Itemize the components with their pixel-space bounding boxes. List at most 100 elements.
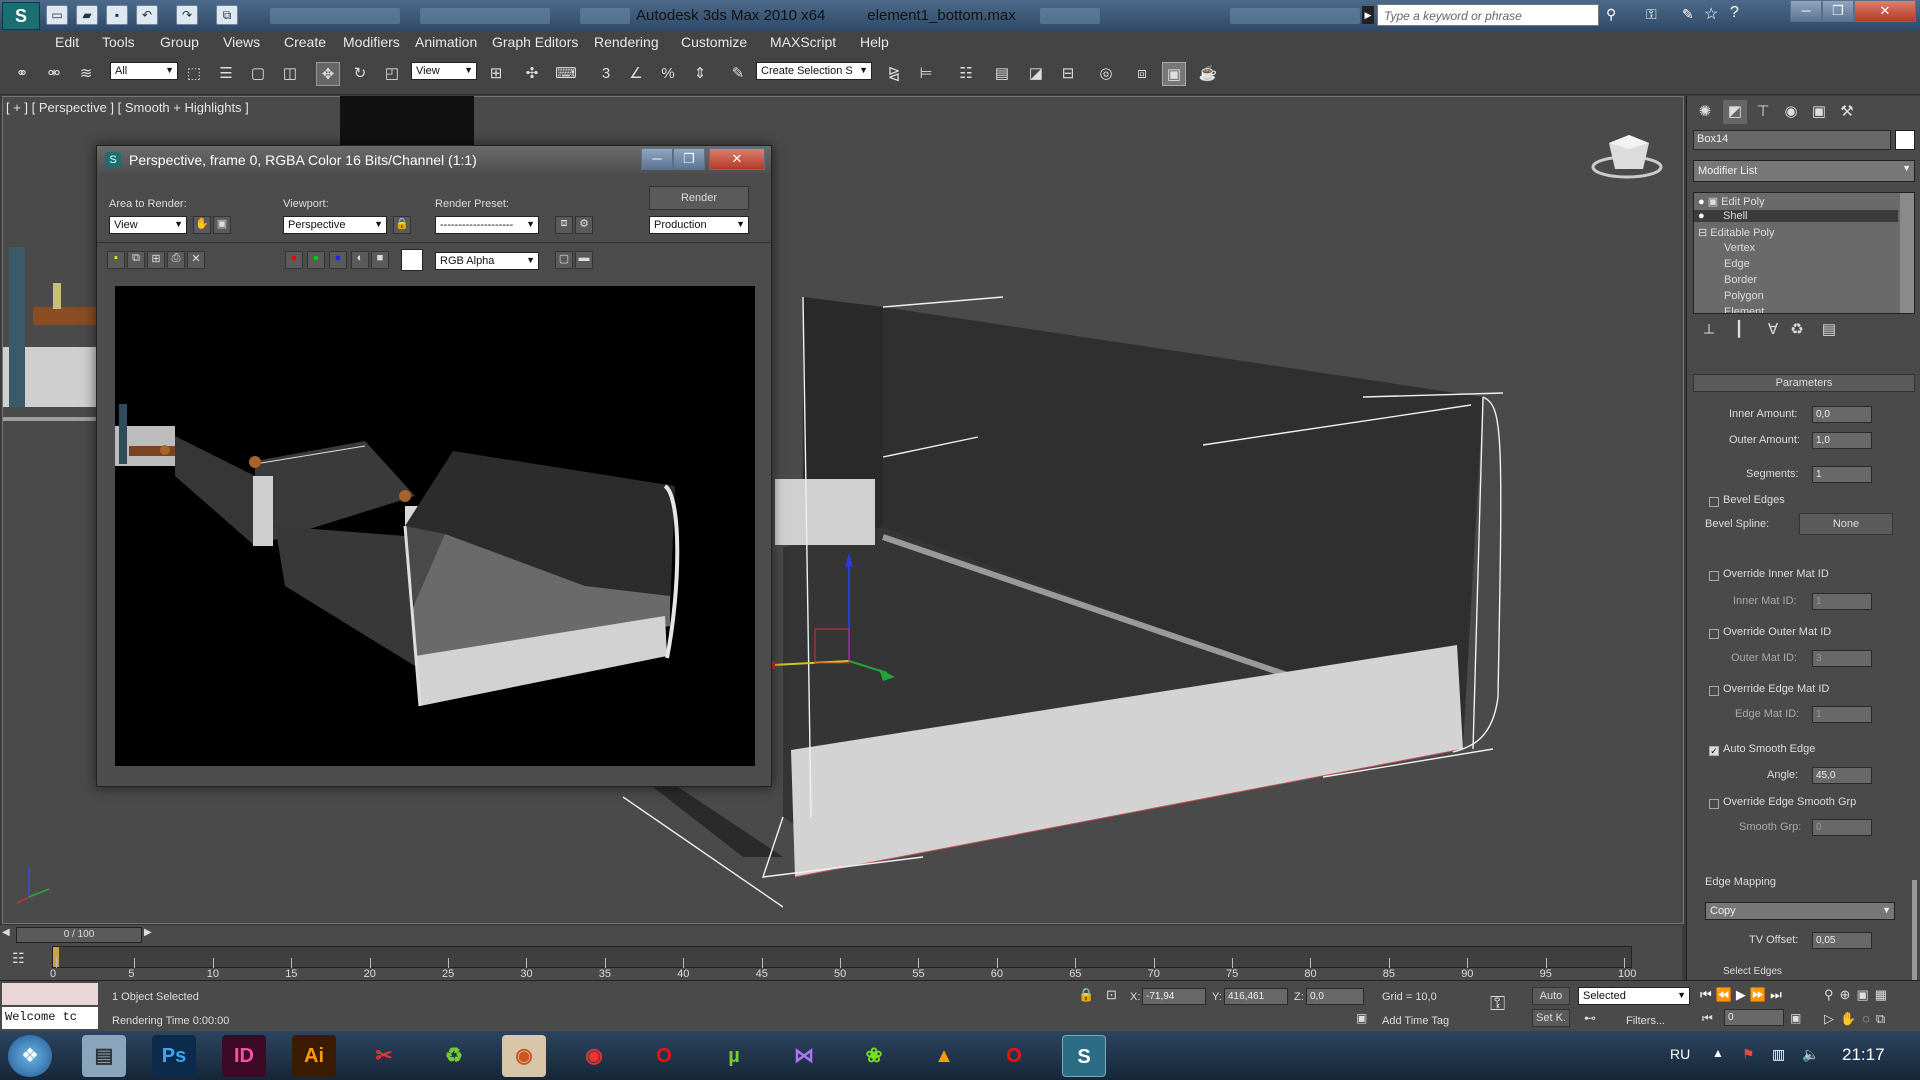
new-file-icon[interactable]: ▭ (46, 5, 68, 25)
edge-mapping-dropdown[interactable]: Copy (1705, 902, 1895, 920)
search-arrow-icon[interactable]: ▶ (1362, 6, 1374, 24)
taskbar-utorrent-icon[interactable]: µ (712, 1035, 756, 1077)
align-icon[interactable]: ⊨ (914, 62, 938, 86)
motion-tab-icon[interactable]: ◉ (1779, 100, 1803, 124)
project-folder-icon[interactable]: ⧉ (216, 5, 238, 25)
segments-input[interactable]: 1 (1812, 466, 1872, 483)
language-indicator[interactable]: RU (1670, 1046, 1690, 1062)
render-window-titlebar[interactable]: S Perspective, frame 0, RGBA Color 16 Bi… (97, 146, 771, 174)
bind-space-warp-icon[interactable]: ≋ (74, 62, 98, 86)
tray-arrow-icon[interactable]: ▲ (1712, 1046, 1724, 1060)
y-coord-input[interactable]: 416,461 (1224, 988, 1288, 1005)
set-key-button[interactable]: Set K. (1532, 1009, 1570, 1027)
object-color-swatch[interactable] (1895, 130, 1915, 150)
select-manipulate-icon[interactable]: ✣ (520, 62, 544, 86)
menu-maxscript[interactable]: MAXScript (770, 34, 836, 50)
render-close-button[interactable]: ✕ (709, 148, 765, 170)
stack-scrollbar[interactable] (1900, 193, 1914, 313)
edge-mat-id-input[interactable]: 1 (1812, 706, 1872, 723)
favorites-star-icon[interactable]: ☆ (1704, 4, 1718, 24)
percent-snap-icon[interactable]: % (656, 62, 680, 86)
toggle-ui-icon[interactable]: ▬ (575, 251, 593, 269)
move-icon[interactable]: ✥ (316, 62, 340, 86)
go-to-start-icon[interactable]: ⏮ (1700, 987, 1716, 1002)
snaps-toggle-icon[interactable]: 3 (594, 62, 618, 86)
taskbar-aimp-icon[interactable]: ▲ (922, 1035, 966, 1077)
redo-icon[interactable]: ↷ (176, 5, 198, 25)
override-outer-mat-checkbox[interactable] (1709, 629, 1719, 639)
zoom-all-icon[interactable]: ⊕ (1840, 987, 1857, 1002)
stack-item-edge[interactable]: Edge (1724, 258, 1750, 270)
stack-item-editable-poly[interactable]: ⊟ Editable Poly (1698, 226, 1775, 239)
menu-customize[interactable]: Customize (681, 34, 747, 50)
time-config-icon[interactable]: ▣ (1790, 1011, 1801, 1025)
command-panel-scrollbar[interactable] (1912, 880, 1917, 980)
override-smooth-grp-checkbox[interactable] (1709, 799, 1719, 809)
show-end-result-icon[interactable]: ┃ (1727, 318, 1751, 342)
angle-input[interactable]: 45,0 (1812, 767, 1872, 784)
set-key-icon[interactable]: ⚿ (1490, 993, 1505, 1016)
start-button[interactable]: ❖ (8, 1035, 52, 1077)
stack-item-polygon[interactable]: Polygon (1724, 290, 1764, 302)
clone-window-icon[interactable]: ⊞ (147, 251, 165, 269)
maximize-viewport-icon[interactable]: ⧉ (1876, 1011, 1891, 1026)
render-preset-dropdown[interactable]: -------------------- (435, 216, 539, 234)
menu-modifiers[interactable]: Modifiers (343, 34, 400, 50)
parameters-rollout-header[interactable]: Parameters (1693, 374, 1915, 392)
curve-editor-icon[interactable]: ◪ (1024, 62, 1048, 86)
help-icon[interactable]: ? (1730, 4, 1739, 22)
selection-lock-icon[interactable]: 🔒 (1078, 987, 1094, 1003)
taskbar-qip-icon[interactable]: ❀ (852, 1035, 896, 1077)
taskbar-recycle-icon[interactable]: ♻ (432, 1035, 476, 1077)
current-frame-input[interactable]: 0 (1724, 1009, 1784, 1026)
track-bar[interactable]: ☷ 0 5 10 15 20 25 30 35 40 45 50 55 60 65 70 75 80 85 90 95… (0, 944, 1682, 980)
z-coord-input[interactable]: 0,0 (1306, 988, 1364, 1005)
tray-flag-icon[interactable]: ⚑ (1742, 1046, 1755, 1063)
taskbar-3dsmax-icon[interactable]: S (1062, 1035, 1106, 1077)
create-tab-icon[interactable]: ✺ (1693, 100, 1717, 124)
taskbar-opera-2-icon[interactable]: O (992, 1035, 1036, 1077)
time-tag-icon[interactable]: ▣ (1356, 1011, 1367, 1025)
menu-rendering[interactable]: Rendering (594, 34, 659, 50)
lock-viewport-icon[interactable]: 🔒 (393, 216, 411, 234)
taskbar-ccleaner-icon[interactable]: ✂ (362, 1035, 406, 1077)
outer-mat-id-input[interactable]: 3 (1812, 650, 1872, 667)
modifier-list-dropdown[interactable]: Modifier List (1693, 160, 1915, 182)
render-setup-small-icon[interactable]: ⧈ (555, 216, 573, 234)
display-tab-icon[interactable]: ▣ (1807, 100, 1831, 124)
menu-tools[interactable]: Tools (102, 34, 135, 50)
make-unique-icon[interactable]: ∀ (1761, 318, 1785, 342)
select-object-icon[interactable]: ⬚ (182, 62, 206, 86)
absolute-mode-icon[interactable]: ⊡ (1106, 987, 1117, 1003)
outer-amount-input[interactable]: 1,0 (1812, 432, 1872, 449)
next-frame-arrow-icon[interactable]: ▶ (144, 927, 152, 938)
auto-region-icon[interactable]: ▣ (213, 216, 231, 234)
configure-modifier-sets-icon[interactable]: ▤ (1817, 318, 1841, 342)
material-editor-icon[interactable]: ◎ (1094, 62, 1118, 86)
key-filters-button[interactable]: Filters... (1626, 1015, 1665, 1027)
toggle-ui-overlay-icon[interactable]: ▢ (555, 251, 573, 269)
selection-filter-dropdown[interactable]: All (110, 62, 178, 80)
spinner-snap-icon[interactable]: ⇕ (688, 62, 712, 86)
print-image-icon[interactable]: ⎙ (167, 251, 185, 269)
key-mode-icon[interactable]: ⊷ (1584, 1011, 1596, 1025)
window-crossing-icon[interactable]: ◫ (278, 62, 302, 86)
pin-stack-icon[interactable]: ⟂ (1697, 318, 1721, 342)
layer-manager-icon[interactable]: ☷ (954, 62, 978, 86)
taskbar-viewer-icon[interactable]: ◉ (502, 1035, 546, 1077)
welcome-field[interactable]: Welcome tc (2, 1007, 98, 1029)
menu-group[interactable]: Group (160, 34, 199, 50)
render-minimize-button[interactable]: ─ (641, 148, 673, 170)
area-to-render-dropdown[interactable]: View (109, 216, 187, 234)
environment-icon[interactable]: ⚙ (575, 216, 593, 234)
stack-item-border[interactable]: Border (1724, 274, 1757, 286)
alpha-channel-icon[interactable]: ◐ (351, 251, 369, 269)
zoom-extents-all-icon[interactable]: ▦ (1875, 987, 1893, 1002)
tray-network-icon[interactable]: ▥ (1772, 1046, 1785, 1063)
stack-item-edit-poly[interactable]: ● ▣ Edit Poly (1698, 195, 1878, 208)
angle-snap-icon[interactable]: ∠ (624, 62, 648, 86)
play-icon[interactable]: ▶ (1736, 987, 1750, 1002)
bevel-spline-button[interactable]: None (1799, 513, 1893, 535)
render-setup-icon[interactable]: ⧈ (1130, 62, 1154, 86)
key-mode-toggle-icon[interactable]: ⏮ (1702, 1011, 1713, 1026)
